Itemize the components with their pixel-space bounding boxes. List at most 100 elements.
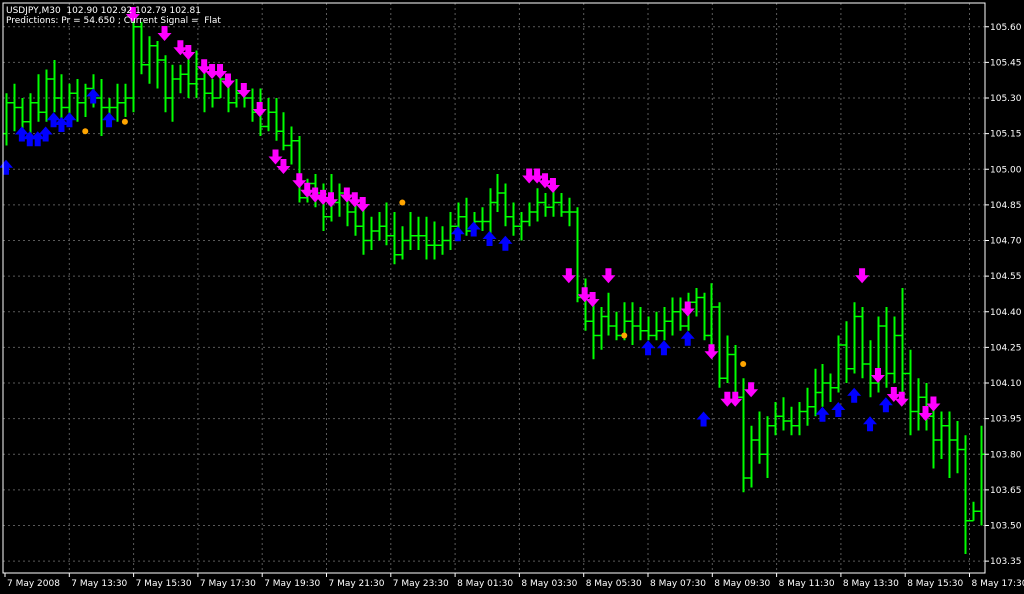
ohlc-bar xyxy=(723,335,732,383)
ohlc-bar xyxy=(121,83,130,117)
ohlc-bar xyxy=(295,136,304,203)
ohlc-bar xyxy=(264,98,273,132)
ohlc-bar xyxy=(739,378,748,493)
sell-arrow xyxy=(220,73,235,89)
x-tick-label: 8 May 13:30 xyxy=(843,579,899,589)
buy-arrow xyxy=(482,231,497,246)
ohlc-bar xyxy=(279,112,288,151)
ohlc-bar xyxy=(850,302,859,374)
x-tick-label: 8 May 09:30 xyxy=(714,579,770,589)
ohlc-bar xyxy=(382,202,391,246)
sell-arrow xyxy=(744,382,759,398)
sell-arrow xyxy=(213,64,228,79)
ohlc-bar xyxy=(565,197,574,227)
buy-arrow xyxy=(831,402,846,417)
ohlc-bar xyxy=(945,411,954,478)
flat-signal-dot xyxy=(740,361,747,367)
ohlc-bar xyxy=(26,93,35,136)
ohlc-bar xyxy=(597,307,606,350)
x-tick-label: 8 May 11:30 xyxy=(779,579,835,589)
ohlc-bar xyxy=(612,311,621,341)
ohlc-bar xyxy=(818,364,827,407)
y-tick-label: 103.35 xyxy=(990,557,1022,567)
sell-arrow xyxy=(561,268,576,284)
ohlc-bars xyxy=(2,12,986,554)
ohlc-bar xyxy=(890,316,899,383)
sell-arrow xyxy=(918,406,933,421)
x-tick-label: 7 May 17:30 xyxy=(200,579,256,589)
ohlc-bar xyxy=(113,83,122,122)
x-tick-label: 8 May 05:30 xyxy=(586,579,642,589)
plot-frame xyxy=(2,2,986,574)
x-tick-label: 8 May 17:30 xyxy=(972,579,1024,589)
sell-arrow xyxy=(276,159,291,174)
ohlc-bar xyxy=(430,221,439,260)
y-tick-label: 104.55 xyxy=(990,272,1022,282)
ohlc-bar xyxy=(462,197,471,236)
y-tick-label: 105.30 xyxy=(990,94,1022,104)
ohlc-bar xyxy=(232,79,241,108)
sell-arrow xyxy=(268,149,283,165)
buy-arrow xyxy=(0,159,13,175)
ohlc-bar xyxy=(707,283,716,345)
y-tick-label: 103.65 xyxy=(990,486,1022,496)
sell-arrow xyxy=(855,268,870,284)
ohlc-bar xyxy=(161,55,170,113)
sell-arrow xyxy=(292,173,307,189)
ohlc-bar xyxy=(660,307,669,341)
y-tick-label: 104.40 xyxy=(990,308,1022,318)
ohlc-bar xyxy=(517,212,526,241)
ohlc-bar xyxy=(422,216,431,260)
ohlc-bar xyxy=(97,79,106,136)
price-chart[interactable]: 7 May 2008 7 May 13:30 7 May 15:30 7 May 17… xyxy=(0,0,1024,594)
ohlc-bar xyxy=(668,297,677,336)
x-tick-label: 8 May 15:30 xyxy=(907,579,963,589)
predictions-info: Predictions: Pr = 54.650 ; Current Signa… xyxy=(6,16,221,26)
ohlc-bar xyxy=(549,188,558,217)
sell-arrow xyxy=(252,102,267,117)
y-tick-label: 105.45 xyxy=(990,58,1022,68)
buy-arrow xyxy=(466,221,481,237)
buy-arrow xyxy=(878,397,893,413)
ohlc-bar xyxy=(478,207,487,231)
ohlc-bar xyxy=(604,292,613,336)
sell-arrow xyxy=(704,344,719,360)
buy-arrow xyxy=(450,226,465,242)
x-tick-label: 7 May 15:30 xyxy=(136,579,192,589)
ohlc-bar xyxy=(184,55,193,98)
ohlc-bar xyxy=(787,406,796,436)
x-tick-label: 8 May 01:30 xyxy=(457,579,513,589)
ohlc-bar xyxy=(390,212,399,265)
ohlc-bar xyxy=(914,378,923,431)
ohlc-bar xyxy=(747,425,756,488)
ohlc-bar xyxy=(961,435,970,554)
ohlc-bar xyxy=(509,202,518,236)
sell-arrow xyxy=(728,391,743,407)
y-tick-label: 103.50 xyxy=(990,522,1022,532)
ohlc-bar xyxy=(763,416,772,478)
ohlc-bar xyxy=(858,307,867,379)
ohlc-bar xyxy=(2,93,11,146)
x-tick-label: 7 May 2008 xyxy=(7,579,60,589)
y-tick-label: 103.95 xyxy=(990,415,1022,425)
x-tick-label: 8 May 03:30 xyxy=(521,579,577,589)
buy-arrow xyxy=(86,88,101,104)
ohlc-bar xyxy=(644,316,653,341)
ohlc-bar xyxy=(795,402,804,436)
symbol-info: USDJPY,M30 102.90 102.92 102.79 102.81 xyxy=(6,6,201,16)
buy-arrow xyxy=(102,112,117,128)
ohlc-bar xyxy=(153,41,162,89)
buy-arrow xyxy=(815,406,830,422)
buy-arrow xyxy=(641,340,656,356)
y-tick-label: 105.15 xyxy=(990,130,1022,140)
ohlc-bar xyxy=(272,98,281,141)
ohlc-bar xyxy=(50,60,59,113)
ohlc-bar xyxy=(755,411,764,464)
ohlc-bar xyxy=(42,69,51,122)
flat-signal-dot xyxy=(399,199,406,206)
ohlc-bar xyxy=(906,349,915,436)
ohlc-bar xyxy=(137,22,146,75)
ohlc-bar xyxy=(375,212,384,241)
ohlc-bar xyxy=(715,302,724,388)
ohlc-bar xyxy=(676,297,685,331)
